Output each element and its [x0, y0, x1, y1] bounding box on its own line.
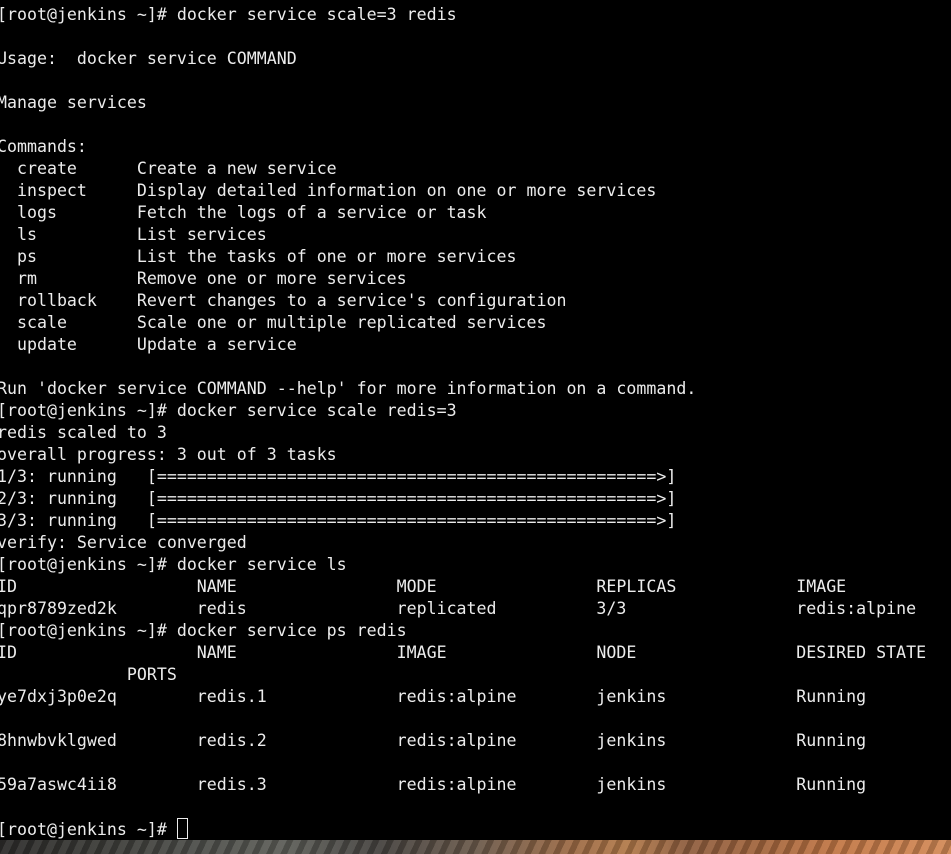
command-help-inspect: inspect Display detailed information on … — [0, 181, 657, 200]
command-line: [root@jenkins ~]# docker service ls — [0, 555, 347, 574]
table-row: qpr8789zed2k redis replicated 3/3 redis:… — [0, 599, 917, 618]
table-row: ye7dxj3p0e2q redis.1 redis:alpine jenkin… — [0, 687, 867, 706]
command-help-rm: rm Remove one or more services — [0, 269, 407, 288]
command-help-ps: ps List the tasks of one or more service… — [0, 247, 517, 266]
command-help-rollback: rollback Revert changes to a service's c… — [0, 291, 567, 310]
table-row: 8hnwbvklgwed redis.2 redis:alpine jenkin… — [0, 731, 867, 750]
progress-bar-line: 1/3: running [==========================… — [0, 467, 677, 486]
progress-bar-line: 3/3: running [==========================… — [0, 511, 677, 530]
table-header-row: ID NAME IMAGE NODE DESIRED STATE — [0, 643, 927, 662]
table-header-row: PORTS — [0, 665, 177, 684]
command-line: [root@jenkins ~]# docker service ps redi… — [0, 621, 407, 640]
command-help-scale: scale Scale one or multiple replicated s… — [0, 313, 547, 332]
command-help-create: create Create a new service — [0, 159, 337, 178]
prompt-text: [root@jenkins ~]# — [0, 820, 177, 839]
command-line: [root@jenkins ~]# docker service scale r… — [0, 401, 457, 420]
command-help-logs: logs Fetch the logs of a service or task — [0, 203, 487, 222]
output-line: redis scaled to 3 — [0, 423, 167, 442]
usage-line: Usage: docker service COMMAND — [0, 49, 297, 68]
table-header-row: ID NAME MODE REPLICAS IMAGE — [0, 577, 847, 596]
progress-bar-line: 2/3: running [==========================… — [0, 489, 677, 508]
progress-summary-line: overall progress: 3 out of 3 tasks — [0, 445, 337, 464]
help-hint-line: Run 'docker service COMMAND --help' for … — [0, 379, 697, 398]
command-help-ls: ls List services — [0, 225, 267, 244]
cursor — [176, 818, 188, 839]
command-help-update: update Update a service — [0, 335, 297, 354]
description-line: Manage services — [0, 93, 147, 112]
desktop-wallpaper — [0, 840, 951, 854]
prompt-line[interactable]: [root@jenkins ~]# — [0, 818, 926, 840]
commands-heading: Commands: — [0, 137, 87, 156]
verify-line: verify: Service converged — [0, 533, 247, 552]
terminal-window[interactable]: [root@jenkins ~]# docker service scale=3… — [0, 0, 951, 840]
terminal-output: [root@jenkins ~]# docker service scale=3… — [0, 4, 926, 840]
table-row: 59a7aswc4ii8 redis.3 redis:alpine jenkin… — [0, 775, 867, 794]
command-line: [root@jenkins ~]# docker service scale=3… — [0, 5, 457, 24]
